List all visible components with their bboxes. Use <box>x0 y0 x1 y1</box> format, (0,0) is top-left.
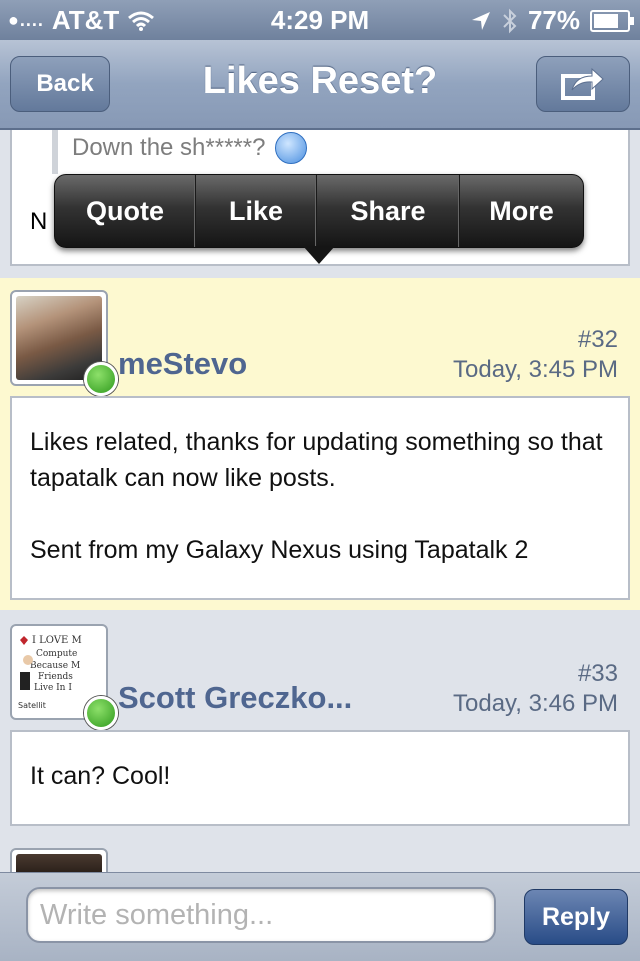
bluetooth-icon <box>503 8 517 33</box>
previous-post-text: N <box>30 208 48 235</box>
svg-text:I LOVE M: I LOVE M <box>32 635 82 646</box>
reply-button[interactable]: Reply <box>524 889 628 945</box>
svg-text:Friends: Friends <box>38 672 73 682</box>
avatar[interactable] <box>10 848 108 872</box>
svg-text:Satellit: Satellit <box>18 701 46 710</box>
location-icon <box>471 11 490 30</box>
quote-bar <box>52 130 58 174</box>
battery-percent: 77% <box>527 5 580 35</box>
post-text: It can? Cool! <box>30 762 171 790</box>
menu-pointer <box>303 246 335 264</box>
reply-input[interactable]: Write something... <box>26 887 496 943</box>
page-title: Likes Reset? <box>202 60 438 102</box>
status-bar: ●.... AT&T 4:29 PM 77% <box>0 0 640 40</box>
post-32[interactable]: meStevo #32 Today, 3:45 PM Likes related… <box>0 278 640 610</box>
post-timestamp: Today, 3:46 PM <box>453 690 618 717</box>
post-body: Likes related, thanks for updating somet… <box>10 396 630 600</box>
username[interactable]: meStevo <box>118 346 247 382</box>
avatar[interactable] <box>10 290 118 396</box>
avatar[interactable]: I LOVE M Compute Because M Friends Live … <box>10 624 118 730</box>
battery-icon <box>590 9 634 32</box>
share-icon <box>561 67 604 100</box>
back-button-label: Back <box>36 70 94 97</box>
post-text: Likes related, thanks for updating somet… <box>30 428 603 492</box>
post-body: It can? Cool! <box>10 730 630 826</box>
quote-menu-item[interactable]: Quote <box>55 175 196 247</box>
share-button[interactable] <box>536 56 630 112</box>
online-status-icon <box>84 362 118 396</box>
post-33[interactable]: I LOVE M Compute Because M Friends Live … <box>0 610 640 848</box>
reply-bar: Write something... Reply <box>0 872 640 961</box>
post-number: #32 <box>577 326 618 353</box>
svg-text:Live In I: Live In I <box>34 683 72 693</box>
quote-block: Down the sh*****? <box>72 132 308 164</box>
post-action-menu: Quote Like Share More <box>54 174 584 248</box>
more-menu-item[interactable]: More <box>460 175 583 247</box>
user-avatar-image <box>16 854 102 872</box>
like-menu-item[interactable]: Like <box>196 175 317 247</box>
post-signature: Sent from my Galaxy Nexus using Tapatalk… <box>30 536 529 564</box>
post-number: #33 <box>577 660 618 687</box>
back-button[interactable]: Back <box>10 56 110 112</box>
username[interactable]: Scott Greczko... <box>118 680 352 716</box>
quote-text: Down the sh*****? <box>72 134 266 161</box>
svg-text:Compute: Compute <box>36 649 77 659</box>
thread-content[interactable]: Down the sh*****? N Quote Like Share Mor… <box>0 130 640 872</box>
navigation-bar: Back Likes Reset? <box>0 40 640 130</box>
online-status-icon <box>84 696 118 730</box>
share-menu-item[interactable]: Share <box>317 175 460 247</box>
svg-text:Because M: Because M <box>30 661 80 671</box>
wink-smiley-icon <box>275 132 308 164</box>
post-timestamp: Today, 3:45 PM <box>453 356 618 383</box>
